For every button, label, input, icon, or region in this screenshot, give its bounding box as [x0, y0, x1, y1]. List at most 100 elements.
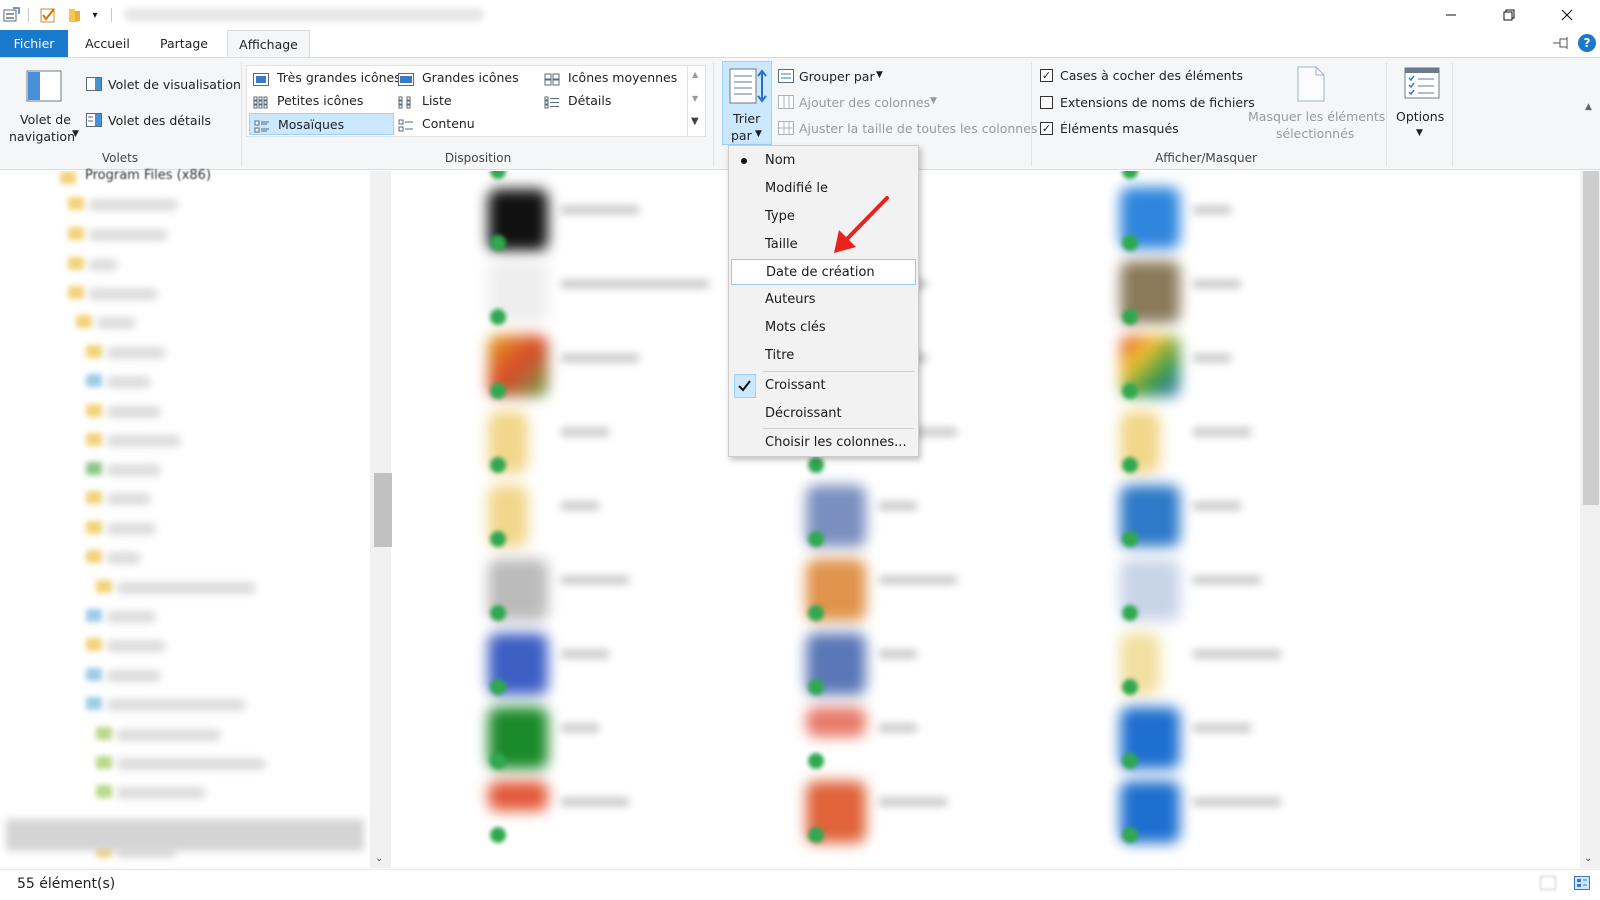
size-all-columns-button[interactable]: Ajuster la taille de toutes les colonnes	[776, 118, 1037, 140]
add-columns-icon	[778, 95, 794, 109]
layout-content-label: Contenu	[422, 116, 475, 131]
group-by-button[interactable]: Grouper par ▼	[776, 66, 896, 88]
add-columns-button[interactable]: Ajouter des colonnes ▼	[776, 92, 946, 114]
hide-selected-label-1: Masquer les éléments	[1248, 109, 1386, 124]
details-pane-icon	[86, 113, 102, 127]
sort-field-modified[interactable]: Modifié le	[731, 176, 916, 202]
options-icon	[1404, 67, 1440, 102]
minimize-button[interactable]	[1428, 0, 1474, 30]
sort-field-authors[interactable]: Auteurs	[731, 287, 916, 313]
navigation-pane-label-1: Volet de	[20, 112, 71, 127]
new-folder-icon[interactable]	[64, 6, 84, 24]
layout-small-icons-label: Petites icônes	[277, 93, 364, 108]
sort-by-button[interactable]: Trier par ▼	[722, 61, 772, 145]
layout-medium-icons[interactable]: Icônes moyennes	[540, 67, 685, 89]
list-icon	[398, 94, 414, 109]
customize-arrow-icon[interactable]: ▾	[88, 6, 102, 24]
navigation-pane[interactable]	[0, 171, 391, 869]
preview-pane-button[interactable]: Volet de visualisation	[84, 74, 241, 96]
gallery-up-icon[interactable]: ▲	[692, 70, 698, 79]
options-button[interactable]: Options ▼	[1392, 62, 1450, 146]
item-checkboxes-toggle[interactable]: ✓ Cases à cocher des éléments	[1038, 66, 1243, 86]
group-by-label: Grouper par	[799, 69, 875, 84]
nav-folder-program-files[interactable]: Program Files (x86)	[85, 168, 211, 183]
collapse-ribbon-icon[interactable]: ▲	[1585, 102, 1592, 112]
file-name-extensions-checkbox[interactable]	[1040, 96, 1053, 109]
navigation-pane-button[interactable]: Volet de navigation ▼	[6, 62, 82, 148]
tiles-view-icon[interactable]	[1574, 876, 1590, 890]
medium-icons-icon	[544, 71, 560, 86]
layout-content[interactable]: Contenu	[394, 113, 539, 135]
layout-gallery-scroll: ▲ ▼ ▼	[687, 66, 705, 136]
item-checkboxes-checkbox[interactable]: ✓	[1040, 69, 1053, 82]
sort-field-date-created[interactable]: Date de création	[731, 259, 916, 285]
layout-gallery: Très grandes icônes Grandes icônes Icône…	[246, 65, 706, 137]
nav-selected-folder[interactable]	[6, 819, 364, 851]
details-pane-button[interactable]: Volet des détails	[84, 110, 214, 132]
content-scroll-down-icon[interactable]: ⌄	[1584, 853, 1592, 864]
sort-field-type[interactable]: Type	[731, 204, 916, 230]
chevron-down-icon: ▼	[1416, 128, 1423, 138]
sort-order-ascending-label: Croissant	[765, 378, 826, 393]
nav-scroll-down-icon[interactable]: ⌄	[375, 853, 383, 864]
status-bar	[0, 869, 1600, 900]
layout-list[interactable]: Liste	[394, 90, 539, 112]
chevron-down-icon: ▼	[72, 129, 79, 139]
layout-extra-large-icons[interactable]: Très grandes icônes	[249, 67, 401, 89]
hide-selected-label-2: sélectionnés	[1276, 126, 1355, 141]
hidden-items-checkbox[interactable]: ✓	[1040, 122, 1053, 135]
sort-by-label-1: Trier	[733, 111, 761, 126]
layout-group-label: Disposition	[444, 151, 512, 165]
small-icons-icon	[253, 94, 269, 109]
file-name-extensions-toggle[interactable]: Extensions de noms de fichiers	[1038, 93, 1255, 113]
restore-button[interactable]	[1486, 0, 1532, 30]
tab-view[interactable]: Affichage	[227, 30, 310, 57]
options-label: Options	[1396, 109, 1445, 124]
choose-columns-label: Choisir les colonnes...	[765, 435, 907, 450]
gallery-more-icon[interactable]: ▼	[691, 116, 699, 127]
sort-field-tags-label: Mots clés	[765, 320, 826, 335]
file-list[interactable]	[392, 171, 1580, 868]
layout-tiles[interactable]: Mosaïques	[249, 113, 394, 135]
hidden-items-toggle[interactable]: ✓ Éléments masqués	[1038, 119, 1198, 139]
sort-field-title[interactable]: Titre	[731, 343, 916, 369]
layout-details[interactable]: Détails	[540, 90, 685, 112]
details-view-icon[interactable]	[1540, 876, 1556, 890]
chevron-down-icon: ▼	[876, 70, 883, 80]
preview-pane-label: Volet de visualisation	[108, 77, 241, 92]
choose-columns-item[interactable]: Choisir les colonnes...	[731, 430, 916, 456]
tab-home[interactable]: Accueil	[75, 30, 140, 57]
pin-ribbon-icon[interactable]	[1552, 36, 1570, 53]
checkmark-icon[interactable]	[38, 6, 58, 24]
tab-share[interactable]: Partage	[150, 30, 218, 57]
nav-scroll-thumb[interactable]	[374, 473, 392, 547]
hide-selected-button[interactable]: Masquer les éléments sélectionnés	[1244, 62, 1386, 146]
size-columns-icon	[778, 121, 794, 135]
sort-order-descending[interactable]: Décroissant	[731, 401, 916, 427]
help-icon[interactable]: ?	[1578, 34, 1596, 52]
properties-icon[interactable]	[2, 6, 22, 24]
sort-field-name-label: Nom	[765, 153, 796, 168]
tab-file[interactable]: Fichier	[0, 30, 68, 57]
ribbon-tabs: Fichier Accueil Partage Affichage	[0, 30, 1600, 57]
content-scroll-thumb[interactable]	[1583, 171, 1599, 505]
title-bar: ▾	[0, 0, 1600, 30]
size-all-columns-label: Ajuster la taille de toutes les colonnes	[799, 121, 1038, 136]
layout-small-icons[interactable]: Petites icônes	[249, 90, 394, 112]
hide-selected-icon	[1296, 66, 1326, 105]
panes-group-label: Volets	[101, 151, 139, 165]
large-icons-icon	[398, 71, 414, 86]
sort-order-ascending[interactable]: Croissant	[731, 373, 916, 399]
close-button[interactable]	[1544, 0, 1590, 30]
sort-field-title-label: Titre	[765, 348, 795, 363]
sort-field-tags[interactable]: Mots clés	[731, 315, 916, 341]
layout-large-icons[interactable]: Grandes icônes	[394, 67, 539, 89]
sort-by-label-2: par	[731, 128, 752, 143]
layout-tiles-label: Mosaïques	[278, 117, 345, 132]
extra-large-icons-icon	[253, 71, 269, 86]
sort-field-name[interactable]: Nom	[731, 148, 916, 174]
layout-medium-icons-label: Icônes moyennes	[568, 70, 678, 85]
sort-by-icon	[729, 68, 767, 107]
sort-field-size[interactable]: Taille	[731, 232, 916, 258]
gallery-down-icon[interactable]: ▼	[692, 94, 698, 103]
